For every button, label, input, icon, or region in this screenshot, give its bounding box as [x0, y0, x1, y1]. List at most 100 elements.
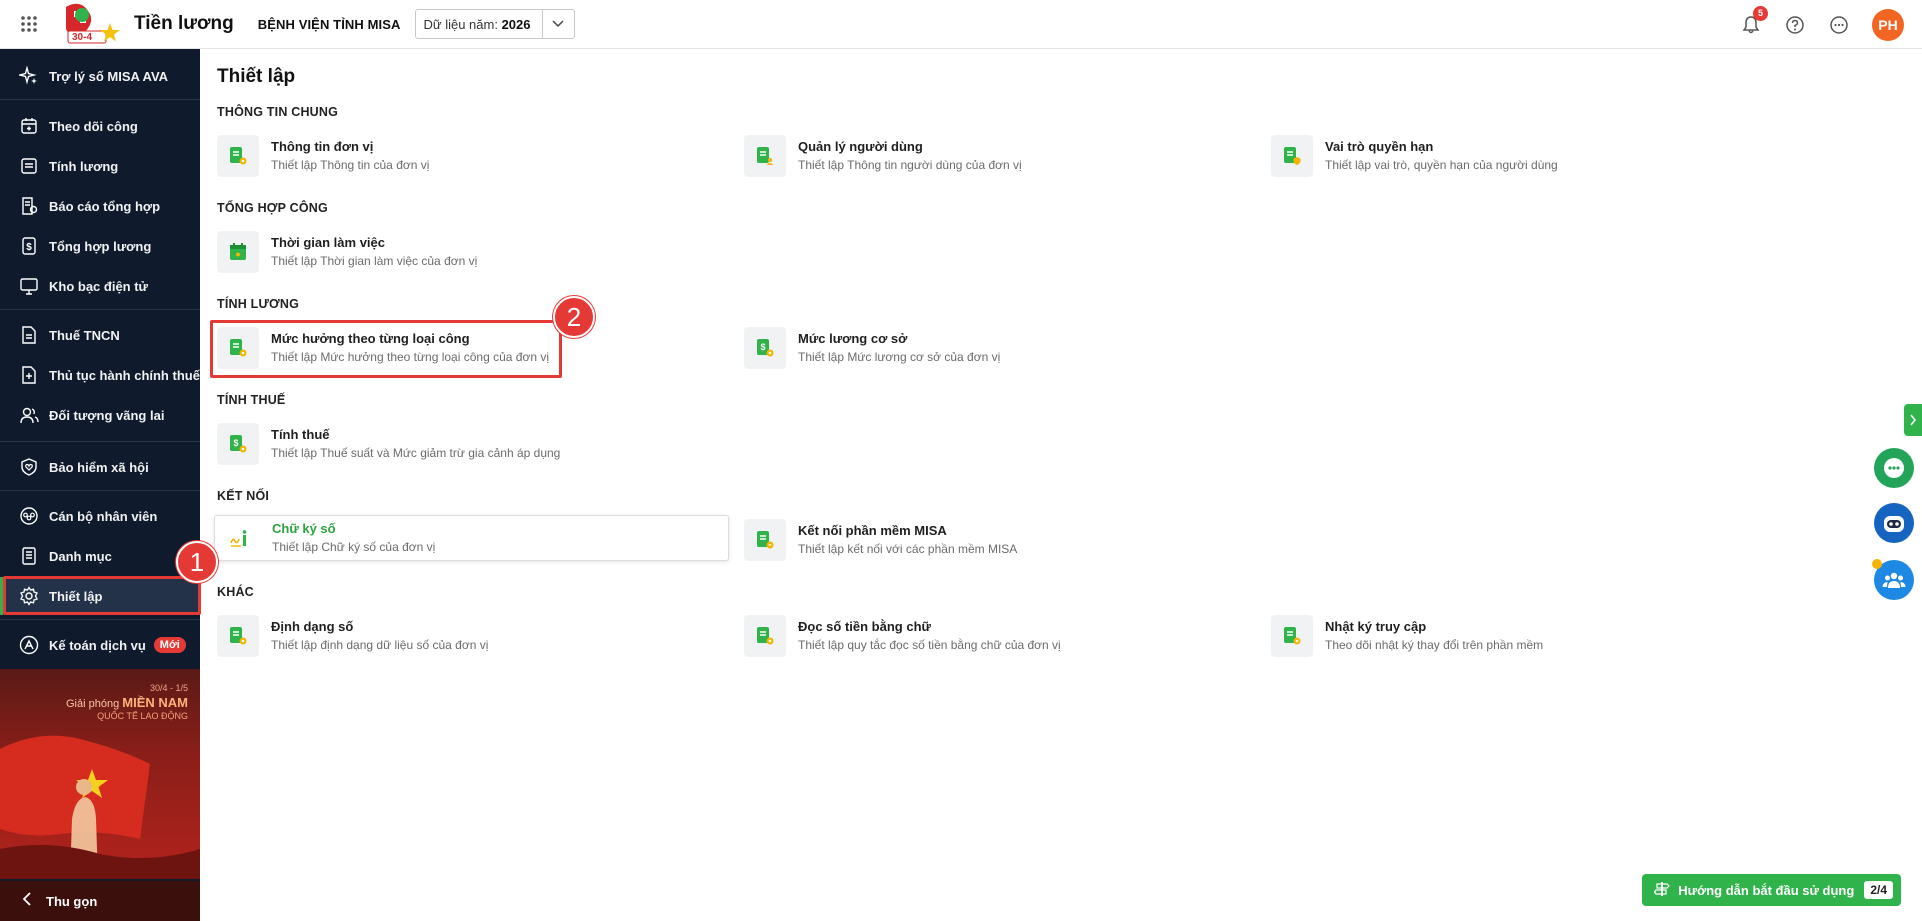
card-description: Thiết lập Thuế suất và Mức giảm trừ gia …: [271, 446, 561, 460]
logo-text: 30-4: [72, 32, 93, 43]
top-right-actions: 5 PH: [1740, 0, 1904, 49]
doc-gear-icon: [744, 615, 786, 657]
sidebar-divider: [0, 309, 200, 310]
card-text: Quản lý người dùng Thiết lập Thông tin n…: [798, 138, 1022, 174]
sidebar-item-misa-ava[interactable]: Trợ lý số MISA AVA: [0, 57, 200, 95]
more-icon[interactable]: [1828, 14, 1850, 36]
new-badge: Mới: [153, 637, 186, 653]
sidebar-divider: [0, 99, 200, 100]
calendar-icon: [18, 115, 40, 137]
card-text: Kết nối phần mềm MISA Thiết lập kết nối …: [798, 522, 1017, 558]
doc-money-icon: $: [744, 327, 786, 369]
settings-card-quan-ly-nguoi-dung[interactable]: Quản lý người dùng Thiết lập Thông tin n…: [741, 131, 1253, 181]
expand-panel-tab[interactable]: [1904, 404, 1922, 436]
sidebar-item-label: Trợ lý số MISA AVA: [49, 68, 169, 84]
card-title: Mức lương cơ sở: [798, 331, 908, 346]
bell-icon[interactable]: 5: [1740, 5, 1768, 36]
calendar-green-icon: [217, 231, 259, 273]
section-title: TÍNH THUẾ: [217, 393, 286, 407]
card-text: Chữ ký số Thiết lập Chữ ký số của đơn vị: [272, 520, 435, 556]
svg-text:$: $: [26, 242, 32, 253]
doc-tax-icon: $: [217, 423, 259, 465]
card-title: Chữ ký số: [272, 521, 336, 536]
settings-card-doc-so-tien-bang-chu[interactable]: Đọc số tiền bằng chữ Thiết lập quy tắc đ…: [741, 611, 1253, 661]
doc-role-icon: [1271, 135, 1313, 177]
robot-assistant-button[interactable]: [1874, 503, 1914, 543]
sidebar-item-can-bo-nhan-vien[interactable]: Cán bộ nhân viên: [0, 497, 200, 535]
sidebar-item-label: Theo dõi công: [49, 118, 138, 134]
sidebar-item-label: Đối tượng vãng lai: [49, 407, 165, 423]
sidebar-item-doi-tuong-vang-lai[interactable]: Đối tượng vãng lai: [0, 396, 200, 434]
annotation-step-2: 2: [553, 296, 595, 338]
settings-card-muc-luong-co-so[interactable]: $ Mức lương cơ sở Thiết lập Mức lương cơ…: [741, 323, 1253, 373]
svg-text:$: $: [760, 342, 765, 352]
card-description: Thiết lập Thời gian làm việc của đơn vị: [271, 254, 478, 268]
card-text: Tính thuế Thiết lập Thuế suất và Mức giả…: [271, 426, 560, 462]
sidebar-item-ke-toan-dich-vu[interactable]: Kế toán dịch vụ Mới: [0, 626, 200, 664]
help-icon[interactable]: [1784, 14, 1806, 36]
settings-page: Thiết lập THÔNG TIN CHUNG Thông tin đơn …: [200, 49, 1922, 921]
section-title: TÍNH LƯƠNG: [217, 297, 300, 311]
monitor-icon: [18, 275, 40, 297]
settings-card-thong-tin-don-vi[interactable]: Thông tin đơn vị Thiết lập Thông tin của…: [214, 131, 726, 181]
poster-flag-illustration: [0, 735, 200, 879]
triangle-icon: [18, 634, 40, 656]
collapse-sidebar-button[interactable]: Thu gọn: [0, 881, 200, 921]
community-button[interactable]: [1872, 559, 1914, 600]
sidebar-item-bao-hiem-xa-hoi[interactable]: Bảo hiểm xã hội: [0, 448, 200, 486]
card-text: Mức lương cơ sở Thiết lập Mức lương cơ s…: [798, 330, 1000, 366]
organization-name: BỆNH VIỆN TỈNH MISA: [257, 16, 401, 32]
chevron-down-icon[interactable]: [541, 10, 574, 38]
annotation-highlight-step-1: [3, 576, 201, 615]
card-description: Thiết lập Chữ ký số của đơn vị: [272, 540, 436, 554]
annotation-highlight-step-2: [210, 320, 562, 378]
annotation-step-1: 1: [176, 541, 218, 583]
chat-bot-button[interactable]: [1874, 448, 1914, 488]
sidebar-item-label: Bảo hiểm xã hội: [49, 459, 149, 475]
doc-user-icon: [744, 135, 786, 177]
sidebar-item-bao-cao-tong-hop[interactable]: Báo cáo tổng hợp: [0, 187, 200, 225]
settings-card-dinh-dang-so[interactable]: Định dạng số Thiết lập định dạng dữ liệu…: [214, 611, 726, 661]
collapse-label: Thu gọn: [46, 893, 98, 909]
app-title: Tiền lương: [134, 13, 234, 34]
user-avatar[interactable]: PH: [1872, 8, 1904, 41]
app-grid-icon[interactable]: [0, 0, 58, 49]
sidebar: Trợ lý số MISA AVA Theo dõi công Tính lư…: [0, 49, 200, 921]
sidebar-item-theo-doi-cong[interactable]: Theo dõi công: [0, 107, 200, 145]
signpost-icon: [1653, 881, 1671, 900]
card-title: Nhật ký truy cập: [1325, 619, 1427, 634]
settings-card-thoi-gian-lam-viec[interactable]: Thời gian làm việc Thiết lập Thời gian l…: [214, 227, 726, 277]
sidebar-item-tong-hop-luong[interactable]: $ Tổng hợp lương: [0, 227, 200, 265]
sidebar-item-thu-tuc-hanh-chinh-thue[interactable]: Thủ tục hành chính thuế: [0, 356, 200, 394]
settings-card-chu-ky-so[interactable]: Chữ ký số Thiết lập Chữ ký số của đơn vị: [214, 515, 729, 561]
settings-card-nhat-ky-truy-cap[interactable]: Nhật ký truy cập Theo dõi nhật ký thay đ…: [1268, 611, 1780, 661]
chevron-right-icon: [1910, 414, 1917, 426]
card-title: Quản lý người dùng: [798, 139, 923, 154]
card-title: Thông tin đơn vị: [271, 139, 374, 154]
staff-icon: [18, 505, 40, 527]
list-icon: [18, 545, 40, 567]
sidebar-item-thue-tncn[interactable]: Thuế TNCN: [0, 316, 200, 354]
settings-card-ket-noi-phan-mem-misa[interactable]: Kết nối phần mềm MISA Thiết lập kết nối …: [741, 515, 1253, 565]
doc-gear-icon: [217, 615, 259, 657]
chat-bubble-icon: [1884, 458, 1904, 478]
sidebar-item-danh-muc[interactable]: Danh mục: [0, 537, 200, 575]
card-text: Thời gian làm việc Thiết lập Thời gian l…: [271, 234, 477, 270]
doc-plus-icon: [18, 364, 40, 386]
settings-card-vai-tro-quyen-han[interactable]: Vai trò quyền hạn Thiết lập vai trò, quy…: [1268, 131, 1780, 181]
sidebar-item-tinh-luong[interactable]: Tính lương: [0, 147, 200, 185]
notification-badge: 5: [1753, 5, 1768, 21]
card-title: Định dạng số: [271, 619, 354, 634]
report-icon: [18, 195, 40, 217]
app-logo[interactable]: 30-4: [58, 1, 122, 47]
settings-card-tinh-thue[interactable]: $ Tính thuế Thiết lập Thuế suất và Mức g…: [214, 419, 726, 469]
chevron-left-icon: [22, 891, 32, 911]
sparkle-icon: [18, 65, 40, 87]
card-description: Thiết lập kết nối với các phần mềm MISA: [798, 542, 1018, 556]
getting-started-guide-button[interactable]: Hướng dẫn bắt đầu sử dụng 2/4: [1642, 874, 1901, 906]
sidebar-item-label: Tính lương: [49, 158, 119, 174]
year-select[interactable]: Dữ liệu năm: 2026: [414, 9, 575, 39]
guide-label: Hướng dẫn bắt đầu sử dụng: [1678, 882, 1855, 898]
card-title: Đọc số tiền bằng chữ: [798, 619, 931, 634]
sidebar-item-kho-bac-dien-tu[interactable]: Kho bạc điện tử: [0, 267, 200, 305]
